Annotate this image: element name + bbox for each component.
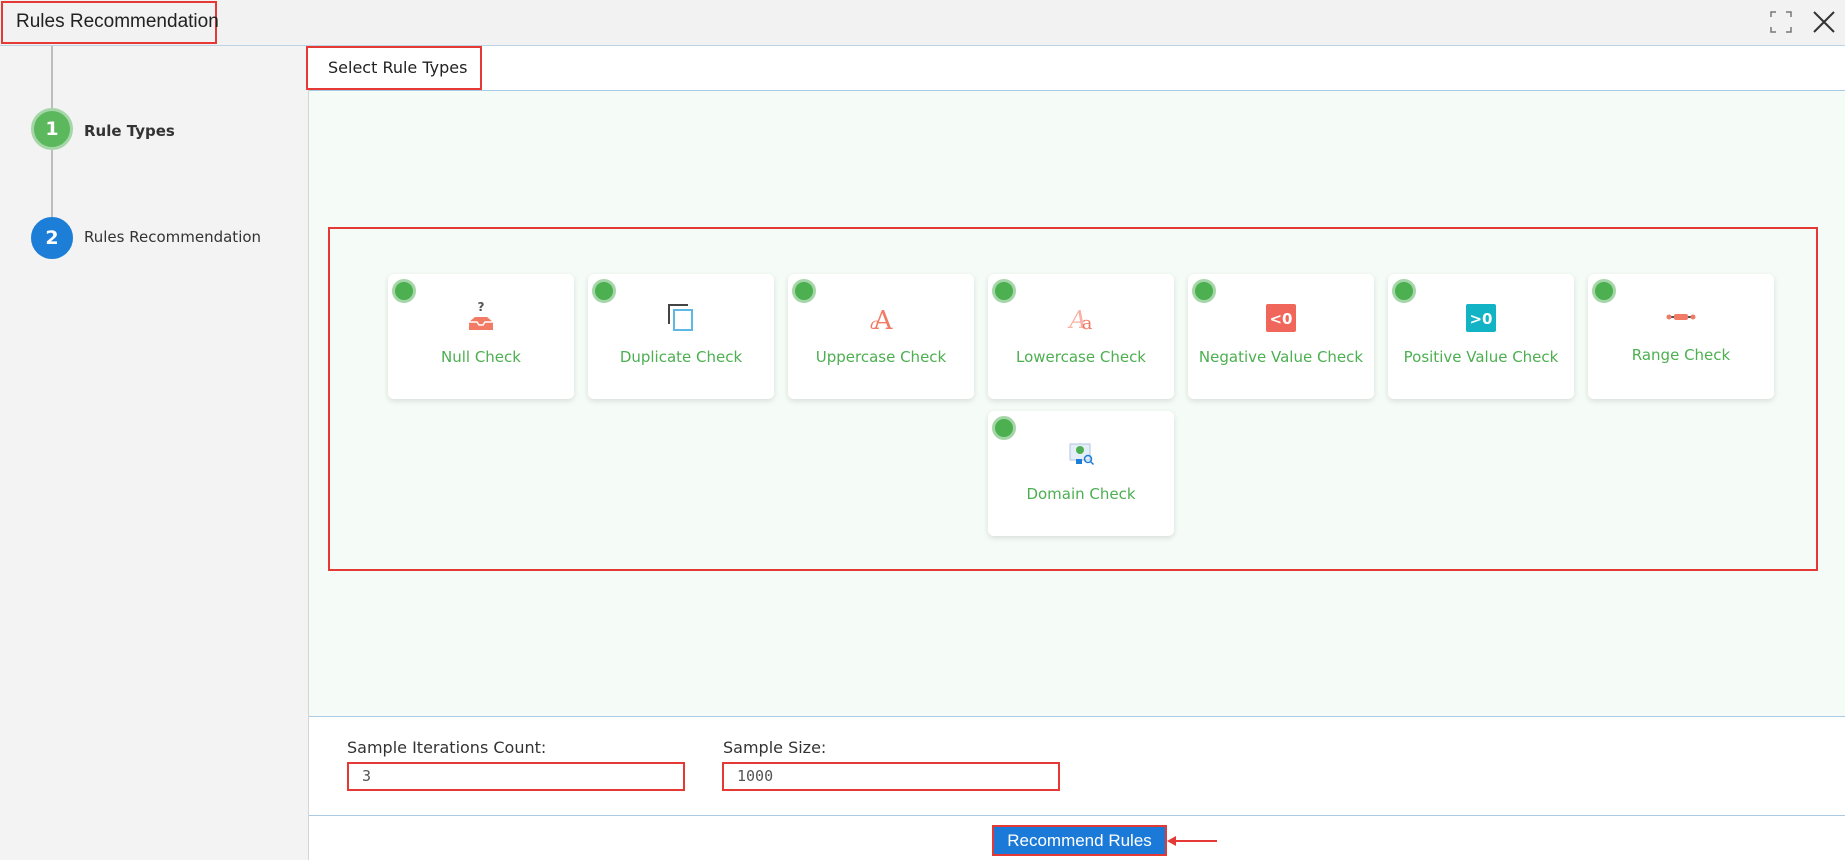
less-than-zero-icon: <0 [1266, 304, 1296, 332]
rule-card-uppercase-check[interactable]: a A Uppercase Check [788, 274, 974, 399]
rule-card-duplicate-check[interactable]: Duplicate Check [588, 274, 774, 399]
rule-card-label: Uppercase Check [815, 348, 947, 366]
maximize-icon[interactable] [1769, 10, 1793, 34]
rule-types-grid: ? Null Check Duplicate Check a A Upperca… [328, 227, 1818, 571]
recommend-rules-button[interactable]: Recommend Rules [992, 825, 1167, 856]
selected-check-icon[interactable] [592, 279, 616, 303]
greater-than-zero-icon: >0 [1466, 304, 1496, 332]
rule-card-null-check[interactable]: ? Null Check [388, 274, 574, 399]
sample-size-input[interactable]: 1000 [722, 762, 1060, 791]
window-titlebar: Rules Recommendation [0, 0, 1845, 46]
selected-check-icon[interactable] [1592, 279, 1616, 303]
selected-check-icon[interactable] [1392, 279, 1416, 303]
selected-check-icon[interactable] [1192, 279, 1216, 303]
svg-text:>0: >0 [1469, 310, 1492, 328]
selected-check-icon[interactable] [392, 279, 416, 303]
step-connector [51, 150, 53, 217]
iterations-count-label: Sample Iterations Count: [347, 738, 547, 757]
rule-card-domain-check[interactable]: Domain Check [988, 411, 1174, 536]
rule-card-label: Range Check [1631, 346, 1731, 364]
rule-card-label: Negative Value Check [1198, 348, 1364, 366]
step-connector [51, 46, 53, 108]
step-1-label[interactable]: Rule Types [84, 122, 175, 140]
uppercase-icon: a A [870, 306, 894, 334]
section-title: Select Rule Types [306, 46, 482, 90]
rule-card-label: Positive Value Check [1403, 348, 1559, 366]
step-2-indicator[interactable]: 2 [31, 217, 73, 259]
rule-card-label: Null Check [441, 348, 521, 366]
svg-text:a: a [1082, 313, 1093, 334]
window-title: Rules Recommendation [1, 1, 219, 44]
selected-check-icon[interactable] [992, 279, 1016, 303]
rule-card-label: Lowercase Check [1016, 348, 1146, 366]
step-2-label[interactable]: Rules Recommendation [84, 228, 261, 246]
range-icon [1666, 314, 1696, 320]
rule-card-label: Domain Check [1026, 485, 1136, 503]
sample-size-label: Sample Size: [723, 738, 827, 757]
step-1-indicator[interactable]: 1 [31, 108, 73, 150]
inbox-question-icon: ? [469, 300, 493, 330]
svg-text:?: ? [478, 300, 485, 314]
annotation-arrow-icon [1167, 836, 1217, 846]
duplicate-icon [668, 304, 693, 331]
main-header [309, 46, 1845, 91]
svg-text:<0: <0 [1269, 310, 1292, 328]
wizard-steps-sidebar: 1 Rule Types 2 Rules Recommendation [0, 46, 309, 860]
lowercase-icon: A a [1067, 306, 1093, 334]
rule-card-range-check[interactable]: Range Check [1588, 274, 1774, 399]
rule-card-lowercase-check[interactable]: A a Lowercase Check [988, 274, 1174, 399]
domain-search-icon [1069, 443, 1095, 466]
rule-card-label: Duplicate Check [619, 348, 743, 366]
selected-check-icon[interactable] [992, 416, 1016, 440]
rule-card-negative-value-check[interactable]: <0 Negative Value Check [1188, 274, 1374, 399]
selected-check-icon[interactable] [792, 279, 816, 303]
rule-card-positive-value-check[interactable]: >0 Positive Value Check [1388, 274, 1574, 399]
svg-text:A: A [873, 306, 894, 334]
close-icon[interactable] [1812, 10, 1836, 34]
iterations-count-input[interactable]: 3 [347, 762, 685, 791]
